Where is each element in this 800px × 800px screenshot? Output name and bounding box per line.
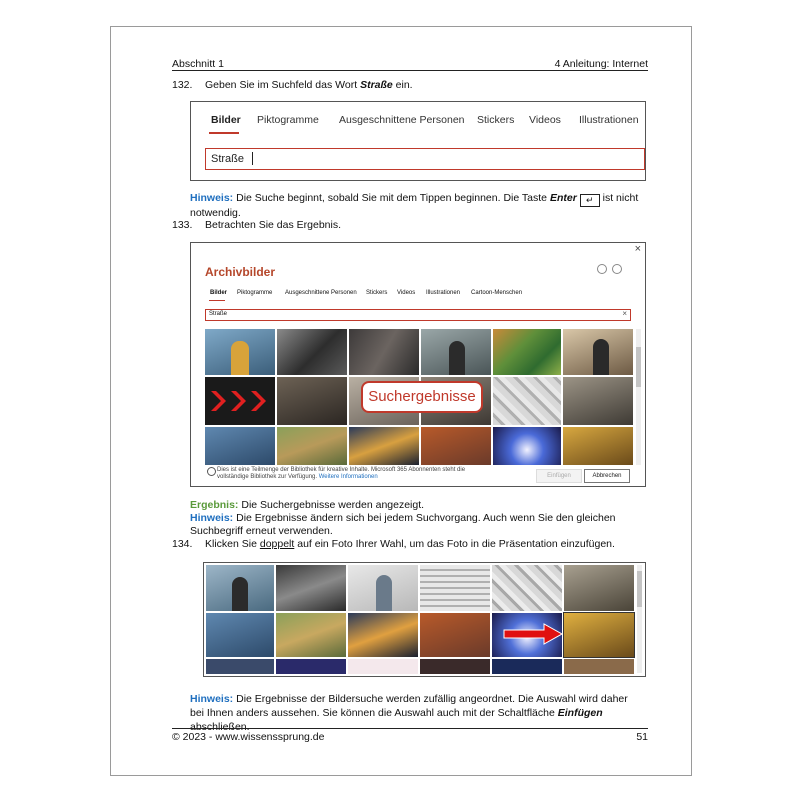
footer-info-text: Dies ist eine Teilmenge der Bibliothek f… — [217, 467, 466, 480]
insert-button[interactable]: Einfügen — [536, 469, 582, 483]
result-photo[interactable] — [348, 565, 418, 611]
screenshot-search-tabs: Bilder Piktogramme Ausgeschnittene Perso… — [190, 101, 646, 181]
tab-videos[interactable]: Videos — [397, 290, 415, 296]
info-icon — [207, 467, 216, 476]
clear-search-icon[interactable]: × — [622, 309, 627, 318]
result-photo[interactable] — [205, 377, 275, 425]
result-photo[interactable] — [348, 613, 418, 657]
result-photo[interactable] — [493, 427, 561, 465]
step-number: 133. — [172, 219, 193, 231]
step-number: 134. — [172, 538, 193, 550]
scrollbar-thumb[interactable] — [637, 571, 642, 607]
smiley-icon[interactable] — [597, 264, 607, 274]
hint-paragraph: Hinweis: Die Ergebnisse ändern sich bei … — [190, 512, 616, 537]
enter-key-icon: ↵ — [579, 194, 600, 207]
tab-videos[interactable]: Videos — [529, 114, 561, 126]
header-divider — [172, 70, 648, 71]
tab-bilder[interactable]: Bilder — [210, 290, 227, 296]
step-number: 132. — [172, 79, 193, 91]
result-photo[interactable] — [206, 659, 274, 674]
search-input[interactable]: Straße — [205, 148, 645, 170]
result-photo[interactable] — [348, 659, 418, 674]
result-photo[interactable] — [492, 565, 562, 611]
tab-illustrationen[interactable]: Illustrationen — [426, 290, 460, 296]
step-text: Geben Sie im Suchfeld das Wort Straße ei… — [205, 79, 413, 91]
step-text: Klicken Sie doppelt auf ein Foto Ihrer W… — [205, 538, 615, 550]
result-photo[interactable] — [205, 329, 275, 375]
result-photo[interactable] — [421, 329, 491, 375]
result-photo[interactable] — [564, 565, 634, 611]
more-info-link[interactable]: Weitere Informationen — [319, 474, 378, 480]
result-photo[interactable] — [277, 427, 347, 465]
active-tab-indicator — [209, 300, 225, 301]
result-photo[interactable] — [493, 329, 561, 375]
result-photo[interactable] — [276, 659, 346, 674]
tab-stickers[interactable]: Stickers — [477, 114, 514, 126]
footer-left: © 2023 - www.wissenssprung.de — [172, 731, 325, 743]
callout-label: Suchergebnisse — [361, 381, 483, 413]
text-cursor — [252, 152, 253, 165]
search-input-value: Straße — [209, 311, 228, 317]
tab-ausgeschnittene-personen[interactable]: Ausgeschnittene Personen — [285, 290, 357, 296]
arrow-right-icon — [503, 623, 564, 645]
close-icon[interactable]: × — [635, 243, 641, 255]
result-photo[interactable] — [276, 565, 346, 611]
result-photo[interactable] — [492, 659, 562, 674]
hint-paragraph: Hinweis: Die Suche beginnt, sobald Sie m… — [190, 192, 639, 219]
step-text: Betrachten Sie das Ergebnis. — [205, 219, 341, 231]
result-photo[interactable] — [420, 659, 490, 674]
screenshot-photo-grid — [203, 562, 646, 677]
tab-ausgeschnittene-personen[interactable]: Ausgeschnittene Personen — [339, 114, 465, 126]
result-photo[interactable] — [420, 613, 490, 657]
search-input[interactable]: Straße × — [205, 309, 631, 321]
result-photo[interactable] — [421, 427, 491, 465]
result-photo[interactable] — [564, 659, 634, 674]
result-photo[interactable] — [206, 565, 274, 611]
result-photo[interactable] — [420, 565, 490, 611]
dialog-title: Archivbilder — [205, 265, 276, 279]
result-photo[interactable] — [563, 377, 633, 425]
scrollbar[interactable] — [637, 565, 642, 673]
frown-icon[interactable] — [612, 264, 622, 274]
tab-illustrationen[interactable]: Illustrationen — [579, 114, 639, 126]
result-photo[interactable] — [349, 427, 419, 465]
result-photo[interactable] — [276, 613, 346, 657]
result-paragraph: Ergebnis: Die Suchergebnisse werden ange… — [190, 499, 425, 511]
footer-divider — [172, 728, 648, 729]
result-photo[interactable] — [206, 613, 274, 657]
cancel-button[interactable]: Abbrechen — [584, 469, 630, 483]
tab-cartoon-menschen[interactable]: Cartoon-Menschen — [471, 290, 522, 296]
screenshot-archivbilder-dialog: × Archivbilder Bilder Piktogramme Ausges… — [190, 242, 646, 487]
tab-stickers[interactable]: Stickers — [366, 290, 387, 296]
result-photo[interactable] — [277, 329, 347, 375]
result-photo[interactable] — [563, 427, 633, 465]
tab-bilder[interactable]: Bilder — [211, 114, 241, 126]
scrollbar-thumb[interactable] — [636, 347, 641, 387]
result-photo[interactable] — [493, 377, 561, 425]
tab-piktogramme[interactable]: Piktogramme — [257, 114, 319, 126]
active-tab-indicator — [209, 132, 239, 134]
result-photo[interactable] — [205, 427, 275, 465]
result-photo[interactable] — [277, 377, 347, 425]
selected-result-photo[interactable] — [563, 612, 635, 658]
page-number: 51 — [636, 731, 648, 743]
result-photo[interactable] — [349, 329, 419, 375]
scrollbar[interactable] — [636, 329, 641, 465]
result-photo[interactable] — [563, 329, 633, 375]
search-input-value: Straße — [211, 153, 245, 165]
tab-piktogramme[interactable]: Piktogramme — [237, 290, 272, 296]
